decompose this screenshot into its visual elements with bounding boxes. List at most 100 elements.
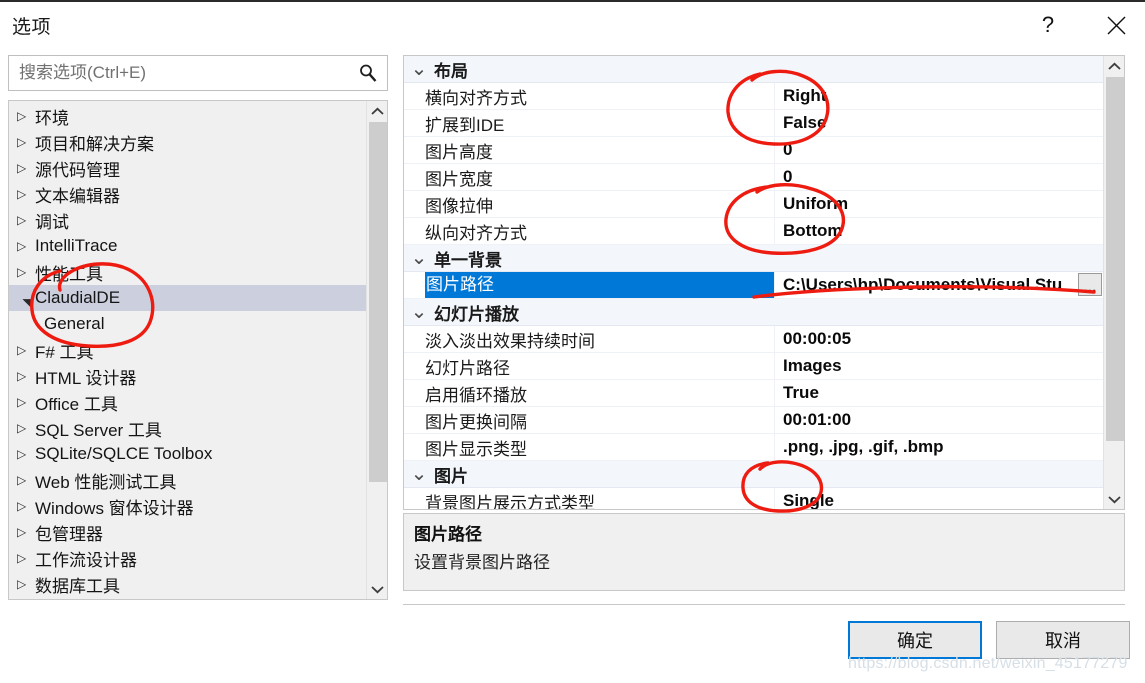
- help-button[interactable]: ?: [1026, 5, 1070, 45]
- triangle-right-icon[interactable]: ▷: [17, 161, 35, 175]
- search-icon[interactable]: [355, 61, 381, 85]
- property-category-row[interactable]: ⌄图片: [404, 461, 1104, 488]
- scroll-up-icon[interactable]: [1104, 56, 1125, 76]
- property-row[interactable]: 幻灯片路径Images: [404, 353, 1104, 380]
- tree-scrollbar[interactable]: [366, 101, 387, 599]
- property-value-text: 00:01:00: [783, 410, 851, 429]
- sidebar-item-12[interactable]: ▷SQL Server 工具: [9, 415, 367, 441]
- scroll-down-icon[interactable]: [367, 579, 388, 599]
- property-value[interactable]: False: [774, 110, 1104, 136]
- scroll-down-icon[interactable]: [1104, 489, 1125, 509]
- tree-scroll-thumb[interactable]: [369, 122, 387, 482]
- search-box[interactable]: [8, 55, 388, 91]
- property-row[interactable]: 纵向对齐方式Bottom: [404, 218, 1104, 245]
- triangle-down-icon[interactable]: ◢: [20, 289, 33, 307]
- triangle-right-icon[interactable]: ▷: [17, 135, 35, 149]
- chevron-down-icon[interactable]: ⌄: [404, 253, 434, 263]
- sidebar-item-18[interactable]: ▷数据库工具: [9, 571, 367, 597]
- triangle-right-icon[interactable]: ▷: [17, 239, 35, 253]
- sidebar-item-9[interactable]: ▷F# 工具: [9, 337, 367, 363]
- property-value[interactable]: 00:01:00: [774, 407, 1104, 433]
- grid-scroll-thumb[interactable]: [1106, 77, 1124, 441]
- ok-button[interactable]: 确定: [848, 621, 982, 659]
- sidebar-item-4[interactable]: ▷调试: [9, 207, 367, 233]
- property-value[interactable]: C:\Users\hp\Documents\Visual Stu...: [774, 272, 1104, 298]
- sidebar-item-17[interactable]: ▷工作流设计器: [9, 545, 367, 571]
- sidebar-item-11[interactable]: ▷Office 工具: [9, 389, 367, 415]
- triangle-right-icon[interactable]: ▷: [17, 395, 35, 409]
- triangle-right-icon[interactable]: ▷: [17, 213, 35, 227]
- sidebar-item-6[interactable]: ▷性能工具: [9, 259, 367, 285]
- property-category-row[interactable]: ⌄布局: [404, 56, 1104, 83]
- close-button[interactable]: [1094, 5, 1138, 45]
- search-input[interactable]: [9, 56, 349, 90]
- property-value[interactable]: Right: [774, 83, 1104, 109]
- sidebar-item-label: 调试: [35, 208, 69, 233]
- property-row[interactable]: 图片更换间隔00:01:00: [404, 407, 1104, 434]
- property-value[interactable]: Uniform: [774, 191, 1104, 217]
- sidebar-item-label: General: [44, 314, 104, 334]
- sidebar-item-15[interactable]: ▷Windows 窗体设计器: [9, 493, 367, 519]
- property-row[interactable]: 图像拉伸Uniform: [404, 191, 1104, 218]
- property-value[interactable]: Bottom: [774, 218, 1104, 244]
- property-row[interactable]: 启用循环播放True: [404, 380, 1104, 407]
- triangle-right-icon[interactable]: ▷: [17, 551, 35, 565]
- sidebar-item-label: 工作流设计器: [35, 546, 137, 571]
- sidebar-item-label: 性能工具: [35, 260, 103, 285]
- triangle-right-icon[interactable]: ▷: [17, 447, 35, 461]
- cancel-button[interactable]: 取消: [996, 621, 1130, 659]
- triangle-right-icon[interactable]: ▷: [17, 577, 35, 591]
- chevron-down-icon[interactable]: ⌄: [404, 64, 434, 74]
- triangle-right-icon[interactable]: ▷: [17, 265, 35, 279]
- triangle-right-icon[interactable]: ▷: [17, 369, 35, 383]
- chevron-down-icon[interactable]: ⌄: [404, 469, 434, 479]
- sidebar-item-0[interactable]: ▷环境: [9, 103, 367, 129]
- sidebar-item-16[interactable]: ▷包管理器: [9, 519, 367, 545]
- sidebar-item-1[interactable]: ▷项目和解决方案: [9, 129, 367, 155]
- property-value[interactable]: .png, .jpg, .gif, .bmp: [774, 434, 1104, 460]
- sidebar-item-label: SQLite/SQLCE Toolbox: [35, 444, 212, 464]
- description-title: 图片路径: [414, 520, 1114, 545]
- sidebar-item-7[interactable]: ◢ClaudialDE: [9, 285, 367, 311]
- sidebar-item-label: 项目和解决方案: [35, 130, 154, 155]
- close-icon: [1106, 15, 1127, 36]
- property-grid: ⌄布局横向对齐方式Right扩展到IDEFalse图片高度0图片宽度0图像拉伸U…: [404, 56, 1104, 509]
- property-row[interactable]: 图片宽度0: [404, 164, 1104, 191]
- chevron-down-icon[interactable]: ⌄: [404, 307, 434, 317]
- property-category-row[interactable]: ⌄幻灯片播放: [404, 299, 1104, 326]
- property-value[interactable]: 0: [774, 137, 1104, 163]
- sidebar-item-13[interactable]: ▷SQLite/SQLCE Toolbox: [9, 441, 367, 467]
- sidebar-item-8[interactable]: General: [9, 311, 367, 337]
- triangle-right-icon[interactable]: ▷: [17, 473, 35, 487]
- property-name: 图片高度: [425, 138, 774, 163]
- sidebar-item-3[interactable]: ▷文本编辑器: [9, 181, 367, 207]
- sidebar-item-10[interactable]: ▷HTML 设计器: [9, 363, 367, 389]
- property-row[interactable]: 图片路径C:\Users\hp\Documents\Visual Stu...: [404, 272, 1104, 299]
- browse-ellipsis-button[interactable]: ...: [1078, 273, 1102, 296]
- property-name: 启用循环播放: [425, 381, 774, 406]
- property-category-row[interactable]: ⌄单一背景: [404, 245, 1104, 272]
- property-value[interactable]: Single: [774, 488, 1104, 510]
- triangle-right-icon[interactable]: ▷: [17, 525, 35, 539]
- property-row[interactable]: 背景图片展示方式类型Single: [404, 488, 1104, 510]
- triangle-right-icon[interactable]: ▷: [17, 499, 35, 513]
- property-row[interactable]: 扩展到IDEFalse: [404, 110, 1104, 137]
- sidebar-item-14[interactable]: ▷Web 性能测试工具: [9, 467, 367, 493]
- property-value[interactable]: Images: [774, 353, 1104, 379]
- question-mark-icon: ?: [1042, 14, 1054, 36]
- triangle-right-icon[interactable]: ▷: [17, 187, 35, 201]
- triangle-right-icon[interactable]: ▷: [17, 109, 35, 123]
- property-row[interactable]: 图片高度0: [404, 137, 1104, 164]
- triangle-right-icon[interactable]: ▷: [17, 343, 35, 357]
- grid-scrollbar[interactable]: [1103, 56, 1124, 509]
- property-row[interactable]: 横向对齐方式Right: [404, 83, 1104, 110]
- sidebar-item-5[interactable]: ▷IntelliTrace: [9, 233, 367, 259]
- scroll-up-icon[interactable]: [367, 101, 388, 121]
- property-row[interactable]: 淡入淡出效果持续时间00:00:05: [404, 326, 1104, 353]
- property-row[interactable]: 图片显示类型.png, .jpg, .gif, .bmp: [404, 434, 1104, 461]
- property-value[interactable]: 00:00:05: [774, 326, 1104, 352]
- property-value[interactable]: 0: [774, 164, 1104, 190]
- triangle-right-icon[interactable]: ▷: [17, 421, 35, 435]
- property-value[interactable]: True: [774, 380, 1104, 406]
- sidebar-item-2[interactable]: ▷源代码管理: [9, 155, 367, 181]
